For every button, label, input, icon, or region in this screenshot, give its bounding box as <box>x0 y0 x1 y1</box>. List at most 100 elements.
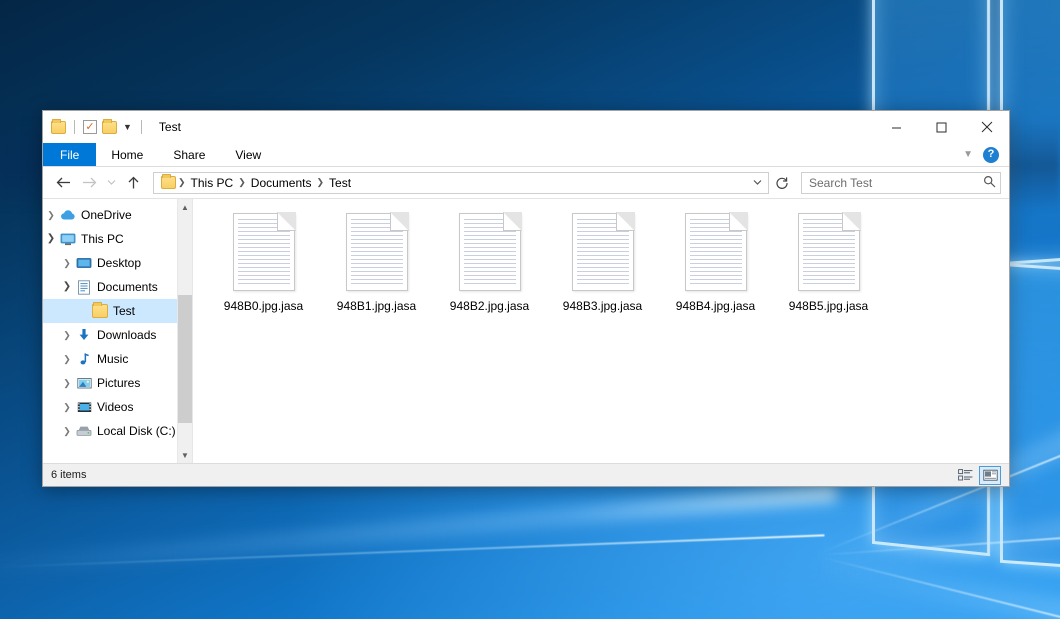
close-button[interactable] <box>964 111 1009 143</box>
file-item[interactable]: 948B2.jpg.jasa <box>433 209 546 313</box>
item-count-label: 6 items <box>51 469 86 481</box>
address-dropdown-chevron-icon[interactable] <box>748 179 766 186</box>
file-item[interactable]: 948B5.jpg.jasa <box>772 209 885 313</box>
pictures-icon <box>75 377 93 390</box>
tab-home[interactable]: Home <box>96 143 158 166</box>
up-button[interactable] <box>121 171 145 195</box>
view-mode-buttons <box>954 466 1001 485</box>
new-folder-icon[interactable] <box>102 121 117 134</box>
file-name: 948B0.jpg.jasa <box>224 299 303 313</box>
window-title: Test <box>159 120 181 134</box>
wallpaper-ray <box>0 484 837 580</box>
help-icon[interactable]: ? <box>983 147 999 163</box>
sidebar-item-desktop[interactable]: ❯ Desktop <box>43 251 192 275</box>
refresh-button[interactable] <box>771 171 793 195</box>
chevron-right-icon[interactable]: ❯ <box>59 331 75 340</box>
breadcrumb-separator-icon: ❯ <box>238 177 246 188</box>
file-name: 948B1.jpg.jasa <box>337 299 416 313</box>
status-bar: 6 items <box>43 463 1009 486</box>
properties-icon[interactable]: ✓ <box>83 120 97 134</box>
quick-access-toolbar: ✓ ▼ Test <box>43 120 181 134</box>
sidebar-item-label: This PC <box>77 232 124 246</box>
ribbon-tabs: File Home Share View ▼ ? <box>43 143 1009 167</box>
folder-icon[interactable] <box>51 121 66 134</box>
file-name: 948B5.jpg.jasa <box>789 299 868 313</box>
chevron-down-icon[interactable]: ❯ <box>59 282 75 292</box>
cloud-icon <box>59 209 77 221</box>
folder-icon <box>91 304 109 318</box>
sidebar-item-this-pc[interactable]: ❯ This PC <box>43 227 192 251</box>
file-name: 948B3.jpg.jasa <box>563 299 642 313</box>
sidebar-item-onedrive[interactable]: ❯ OneDrive <box>43 203 192 227</box>
sidebar-item-videos[interactable]: ❯ Videos <box>43 395 192 419</box>
breadcrumb-folder-icon[interactable] <box>161 176 176 189</box>
downloads-icon <box>75 328 93 342</box>
breadcrumb-item-test[interactable]: Test <box>324 176 356 190</box>
chevron-right-icon[interactable]: ❯ <box>43 211 59 220</box>
sidebar-item-label: Desktop <box>93 256 141 270</box>
forward-button[interactable] <box>77 171 101 195</box>
sidebar-item-downloads[interactable]: ❯ Downloads <box>43 323 192 347</box>
navigation-pane: ❯ OneDrive ❯ This PC ❯ Desktop <box>43 199 193 463</box>
navigation-pane-scrollbar[interactable]: ▲ ▼ <box>177 199 192 463</box>
chevron-down-icon[interactable]: ▼ <box>178 447 192 463</box>
file-list[interactable]: 948B0.jpg.jasa 948B1.jpg.jasa 948B2.jpg.… <box>193 199 1009 463</box>
monitor-icon <box>59 233 77 246</box>
sidebar-item-documents[interactable]: ❯ Documents <box>43 275 192 299</box>
sidebar-item-label: Videos <box>93 400 133 414</box>
search-input[interactable]: Search Test <box>809 176 983 190</box>
file-item[interactable]: 948B1.jpg.jasa <box>320 209 433 313</box>
file-item[interactable]: 948B4.jpg.jasa <box>659 209 772 313</box>
chevron-right-icon[interactable]: ❯ <box>59 427 75 436</box>
recent-locations-chevron-icon[interactable] <box>103 171 119 195</box>
drive-icon <box>75 425 93 437</box>
address-bar: ❯ This PC ❯ Documents ❯ Test Search Test <box>43 167 1009 198</box>
customize-chevron-icon[interactable]: ▼ <box>122 123 133 132</box>
tab-share[interactable]: Share <box>158 143 220 166</box>
sidebar-item-label: Music <box>93 352 128 366</box>
chevron-down-icon[interactable]: ❯ <box>43 234 59 244</box>
file-name: 948B2.jpg.jasa <box>450 299 529 313</box>
file-item[interactable]: 948B3.jpg.jasa <box>546 209 659 313</box>
sidebar-item-pictures[interactable]: ❯ Pictures <box>43 371 192 395</box>
chevron-right-icon[interactable]: ❯ <box>59 403 75 412</box>
breadcrumb-separator-icon: ❯ <box>178 177 186 188</box>
sidebar-item-label: Local Disk (C:) <box>93 424 176 438</box>
search-icon[interactable] <box>983 175 996 191</box>
sidebar-item-music[interactable]: ❯ Music <box>43 347 192 371</box>
details-view-button[interactable] <box>954 466 976 485</box>
tab-view[interactable]: View <box>220 143 276 166</box>
breadcrumb-item-this-pc[interactable]: This PC <box>186 176 239 190</box>
generic-document-icon <box>685 213 747 291</box>
desktop-icon <box>75 257 93 270</box>
chevron-right-icon[interactable]: ❯ <box>59 259 75 268</box>
maximize-button[interactable] <box>919 111 964 143</box>
tab-file[interactable]: File <box>43 143 96 166</box>
scrollbar-track[interactable] <box>178 215 192 447</box>
toolbar-separator <box>141 120 142 134</box>
generic-document-icon <box>233 213 295 291</box>
sidebar-item-label: OneDrive <box>77 208 132 222</box>
chevron-up-icon[interactable]: ▲ <box>178 199 192 215</box>
scrollbar-thumb[interactable] <box>178 295 192 423</box>
breadcrumb-item-documents[interactable]: Documents <box>246 176 317 190</box>
documents-icon <box>75 280 93 295</box>
back-button[interactable] <box>51 171 75 195</box>
breadcrumb: ❯ This PC ❯ Documents ❯ Test <box>159 176 748 190</box>
chevron-right-icon[interactable]: ❯ <box>59 379 75 388</box>
sidebar-item-label: Downloads <box>93 328 156 342</box>
chevron-right-icon[interactable]: ❯ <box>59 355 75 364</box>
file-name: 948B4.jpg.jasa <box>676 299 755 313</box>
file-explorer-window: ✓ ▼ Test File Home Share View ▼ ? <box>42 110 1010 487</box>
sidebar-item-label: Pictures <box>93 376 140 390</box>
chevron-down-icon[interactable]: ▼ <box>963 149 973 160</box>
generic-document-icon <box>459 213 521 291</box>
sidebar-item-test[interactable]: Test <box>43 299 192 323</box>
sidebar-item-local-disk-c[interactable]: ❯ Local Disk (C:) <box>43 419 192 443</box>
minimize-button[interactable] <box>874 111 919 143</box>
large-icons-view-button[interactable] <box>979 466 1001 485</box>
file-item[interactable]: 948B0.jpg.jasa <box>207 209 320 313</box>
toolbar-separator <box>74 120 75 134</box>
breadcrumb-bar[interactable]: ❯ This PC ❯ Documents ❯ Test <box>153 172 769 194</box>
search-box[interactable]: Search Test <box>801 172 1001 194</box>
